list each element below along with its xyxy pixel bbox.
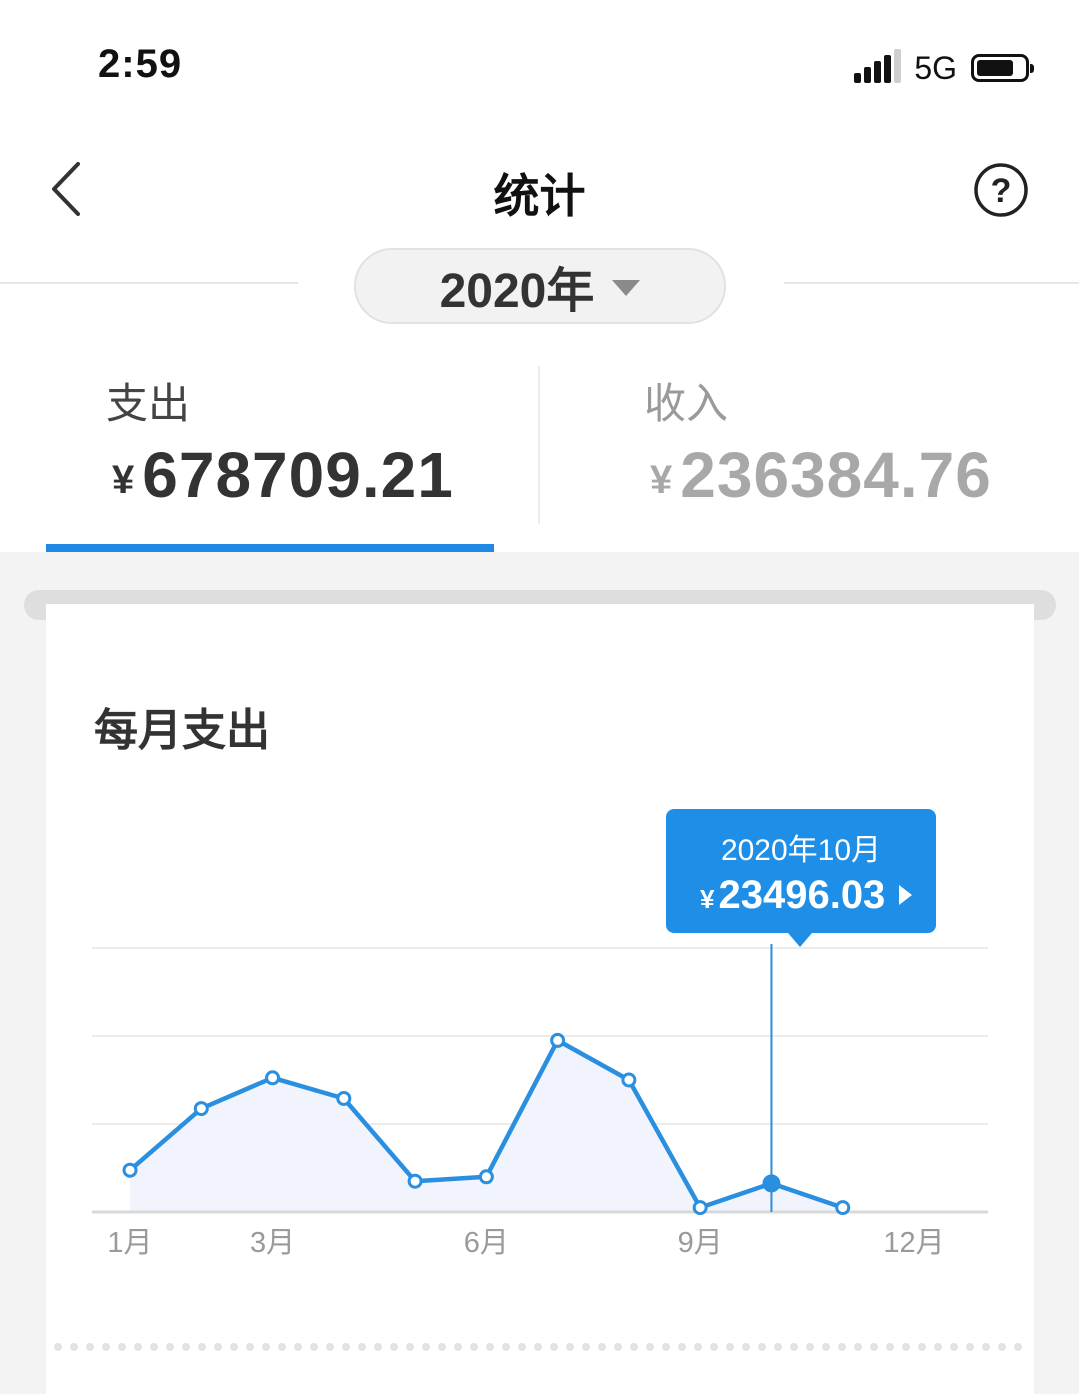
year-label: 2020年 bbox=[439, 265, 595, 318]
play-arrow-icon bbox=[899, 885, 913, 905]
income-amount: 236384.76 bbox=[680, 439, 992, 511]
data-point bbox=[407, 1173, 423, 1189]
year-selector[interactable]: 2020年 bbox=[354, 248, 726, 324]
status-indicators: 5G bbox=[854, 48, 1034, 88]
active-tab-indicator bbox=[46, 544, 494, 552]
tab-income[interactable]: 收入 ¥236384.76 bbox=[540, 360, 1079, 550]
cellular-signal-icon bbox=[854, 49, 902, 85]
caret-down-icon bbox=[612, 280, 641, 296]
monthly-expense-card: 每月支出 1月 3月 6月 9月 12月 2020年10月 ¥23496.03 bbox=[46, 604, 1034, 1394]
currency-symbol: ¥ bbox=[700, 884, 715, 914]
series-area bbox=[130, 1040, 843, 1212]
currency-symbol: ¥ bbox=[112, 458, 135, 502]
data-point bbox=[621, 1072, 637, 1088]
monthly-expense-chart[interactable]: 1月 3月 6月 9月 12月 bbox=[46, 604, 1034, 1304]
page-title: 统计 bbox=[493, 170, 586, 222]
x-tick-label: 12月 bbox=[883, 1227, 944, 1259]
x-tick-label: 9月 bbox=[678, 1227, 723, 1259]
tooltip-amount: 23496.03 bbox=[718, 873, 886, 917]
expense-total: ¥678709.21 bbox=[112, 438, 454, 512]
expense-amount: 678709.21 bbox=[142, 439, 454, 511]
tab-expense[interactable]: 支出 ¥678709.21 bbox=[46, 360, 538, 550]
dotted-divider bbox=[54, 1343, 1026, 1351]
tooltip-value: ¥23496.03 bbox=[700, 873, 913, 918]
tooltip-pointer bbox=[788, 933, 812, 947]
tooltip-date: 2020年10月 bbox=[720, 834, 882, 867]
network-type: 5G bbox=[914, 49, 957, 86]
svg-text:?: ? bbox=[991, 172, 1012, 210]
status-time: 2:59 bbox=[98, 42, 183, 86]
divider-line bbox=[784, 282, 1079, 284]
data-point bbox=[692, 1200, 708, 1216]
tab-expense-label: 支出 bbox=[106, 380, 191, 427]
data-point bbox=[265, 1070, 281, 1086]
data-point bbox=[835, 1200, 851, 1216]
data-point bbox=[193, 1101, 209, 1117]
data-point bbox=[550, 1032, 566, 1048]
tab-income-label: 收入 bbox=[644, 380, 729, 427]
question-circle-icon[interactable]: ? bbox=[972, 161, 1030, 219]
chart-tooltip[interactable]: 2020年10月 ¥23496.03 bbox=[666, 809, 936, 933]
income-total: ¥236384.76 bbox=[650, 438, 992, 512]
data-point bbox=[478, 1169, 494, 1185]
divider-line bbox=[0, 282, 298, 284]
currency-symbol: ¥ bbox=[650, 458, 673, 502]
data-point bbox=[336, 1090, 352, 1106]
x-tick-label: 3月 bbox=[250, 1227, 295, 1259]
x-tick-label: 1月 bbox=[107, 1227, 152, 1259]
battery-icon bbox=[971, 54, 1034, 82]
data-point bbox=[122, 1162, 138, 1178]
x-tick-label: 6月 bbox=[464, 1227, 509, 1259]
highlight-point bbox=[762, 1174, 781, 1193]
